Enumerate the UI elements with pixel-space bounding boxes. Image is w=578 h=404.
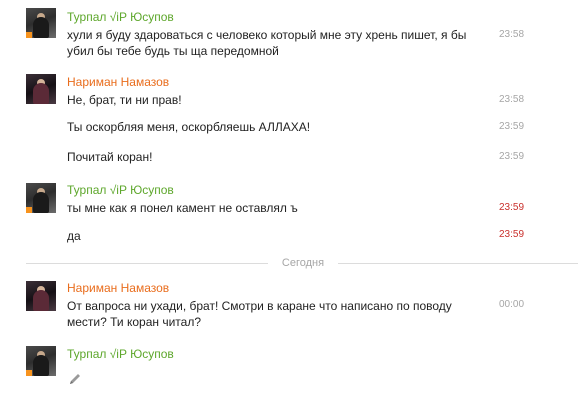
avatar-figure (33, 17, 49, 38)
avatar-turpal[interactable] (26, 346, 56, 376)
avatar-figure (33, 83, 49, 104)
avatar-turpal[interactable] (26, 183, 56, 213)
author-name[interactable]: Турпал √iP Юсупов (67, 10, 174, 24)
message-text: Не, брат, ти ни прав! (67, 93, 182, 107)
message-time: 00:00 (499, 299, 525, 310)
online-indicator (26, 370, 32, 376)
date-separator-line (26, 263, 268, 264)
pencil-icon[interactable] (68, 372, 82, 386)
message-time: 23:59 (499, 151, 525, 162)
message-text: ты мне как я понел камент не оставлял ъ (67, 201, 298, 215)
date-separator-line (338, 263, 578, 264)
message-time: 23:59 (499, 202, 525, 213)
online-indicator (26, 32, 32, 38)
chat-history: Турпал √iP Юсупов хули я буду здароватьс… (0, 0, 578, 404)
message-time: 23:59 (499, 229, 525, 240)
online-indicator (26, 207, 32, 213)
message-text: От вапроса ни ухади, брат! Смотри в кара… (67, 299, 452, 329)
message-time: 23:58 (499, 94, 525, 105)
author-name[interactable]: Турпал √iP Юсупов (67, 183, 174, 197)
author-name[interactable]: Нариман Намазов (67, 75, 169, 89)
avatar-turpal[interactable] (26, 8, 56, 38)
message-text: хули я буду здароваться с человеко котор… (67, 28, 467, 58)
message-text: Ты оскорбляя меня, оскорбляешь АЛЛАХА! (67, 120, 311, 134)
avatar-figure (33, 192, 49, 213)
author-name[interactable]: Нариман Намазов (67, 281, 169, 295)
message-time: 23:58 (499, 29, 525, 40)
author-name[interactable]: Турпал √iP Юсупов (67, 347, 174, 361)
message-time: 23:59 (499, 121, 525, 132)
avatar-nariman[interactable] (26, 281, 56, 311)
message-text: да (67, 229, 81, 243)
date-separator-label: Сегодня (281, 257, 325, 269)
avatar-figure (33, 290, 49, 311)
avatar-nariman[interactable] (26, 74, 56, 104)
message-text: Почитай коран! (67, 150, 153, 164)
avatar-figure (33, 355, 49, 376)
